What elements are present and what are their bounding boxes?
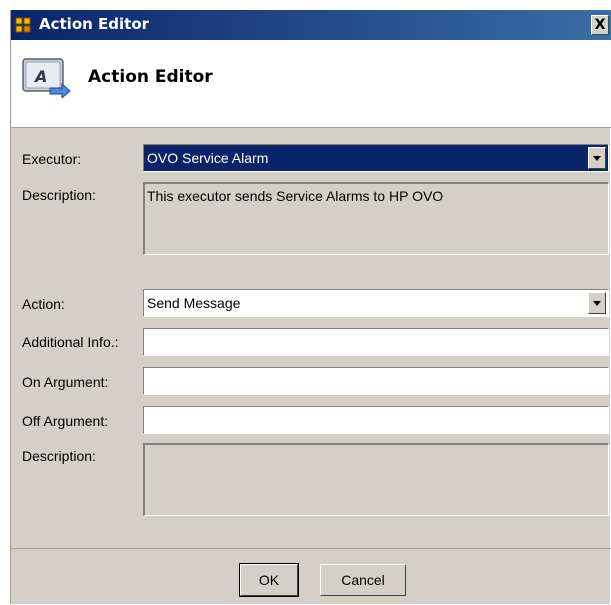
on-argument-input[interactable] xyxy=(143,367,609,395)
executor-select[interactable]: OVO Service Alarm xyxy=(143,144,609,172)
executor-description-text: This executor sends Service Alarms to HP… xyxy=(147,188,444,204)
executor-value: OVO Service Alarm xyxy=(147,150,269,166)
action-select[interactable]: Send Message xyxy=(143,289,609,317)
action-description-box xyxy=(143,443,609,516)
on-argument-label: On Argument: xyxy=(22,374,109,390)
action-editor-icon: A xyxy=(22,58,71,98)
executor-label: Executor: xyxy=(22,151,82,167)
close-button[interactable]: X xyxy=(591,15,609,35)
ok-button[interactable]: OK xyxy=(239,563,299,597)
app-icon xyxy=(15,17,31,33)
action-value: Send Message xyxy=(147,295,241,311)
action-editor-dialog: Action Editor X A Action Editor Executor… xyxy=(10,10,611,605)
window-title: Action Editor xyxy=(39,15,150,33)
cancel-button[interactable]: Cancel xyxy=(320,564,406,596)
executor-description-label: Description: xyxy=(22,187,96,203)
executor-description-box: This executor sends Service Alarms to HP… xyxy=(143,182,609,255)
svg-text:A: A xyxy=(33,67,47,86)
off-argument-label: Off Argument: xyxy=(22,413,109,429)
off-argument-input[interactable] xyxy=(143,406,609,434)
action-label: Action: xyxy=(22,296,65,312)
header-title: Action Editor xyxy=(88,67,213,87)
title-bar[interactable]: Action Editor X xyxy=(11,10,611,40)
chevron-down-icon[interactable] xyxy=(588,147,606,169)
action-description-label: Description: xyxy=(22,448,96,464)
chevron-down-icon[interactable] xyxy=(588,292,606,314)
additional-info-label: Additional Info.: xyxy=(22,334,119,350)
button-bar: OK Cancel xyxy=(11,548,611,605)
additional-info-input[interactable] xyxy=(143,328,609,356)
dialog-header: A Action Editor xyxy=(11,40,611,128)
